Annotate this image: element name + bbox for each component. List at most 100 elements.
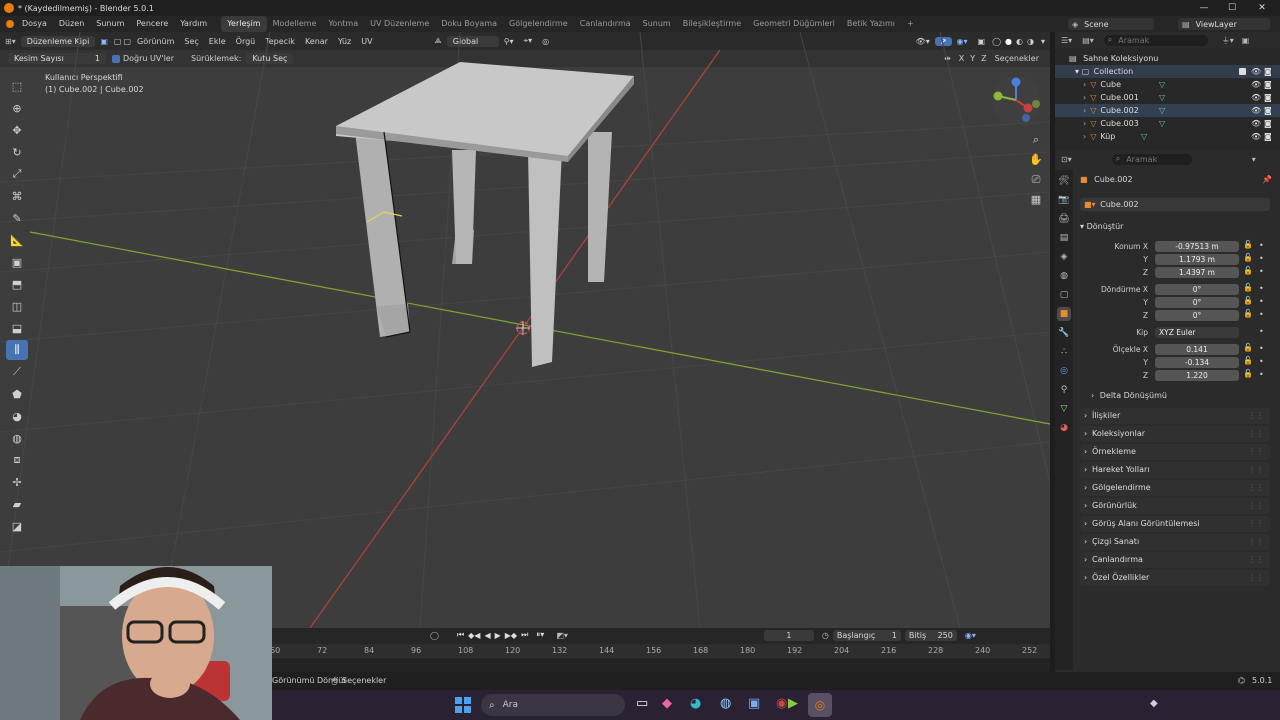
render-camera-icon[interactable]: ◙ — [1264, 117, 1272, 130]
windows-start-icon[interactable] — [455, 697, 471, 713]
drag-handle-icon[interactable]: ⋮⋮ — [1248, 552, 1264, 568]
camera-view-icon[interactable]: ⎚ — [1028, 170, 1044, 190]
visibility-eye-icon[interactable]: 👁 — [1251, 130, 1261, 143]
select-box-icon[interactable]: ⬚ — [6, 76, 28, 96]
store-icon[interactable]: ▣ — [748, 696, 760, 711]
timeline-track[interactable] — [272, 658, 1050, 672]
mesh-data-icon[interactable]: ▽ — [1159, 104, 1165, 117]
options-chevron-icon[interactable]: ▾ — [1252, 155, 1256, 164]
auto-key-icon[interactable]: ◩▾ — [556, 631, 568, 640]
menu-help[interactable]: Yardım — [174, 16, 213, 32]
end-frame-field[interactable]: Bitiş 250 — [904, 629, 957, 641]
workspace-tab-geometry-nodes[interactable]: Geometri Düğümleri — [747, 16, 841, 32]
output-tab-icon[interactable]: 🖨 — [1057, 212, 1071, 226]
render-camera-icon[interactable]: ◙ — [1264, 78, 1272, 91]
mesh-data-icon[interactable]: ▽ — [1159, 91, 1165, 104]
keyframe-dot-icon[interactable]: • — [1259, 310, 1264, 319]
collection-checkbox[interactable] — [1239, 68, 1246, 75]
steam-icon[interactable]: ◍ — [720, 696, 731, 711]
rotation-mode-dropdown[interactable]: XYZ Euler — [1155, 327, 1239, 338]
keyframe-dot-icon[interactable]: • — [1259, 241, 1264, 250]
pin-icon[interactable]: 📌 — [1262, 175, 1272, 184]
play-reverse-icon[interactable]: ◀ — [484, 631, 490, 640]
lock-icon[interactable]: 🔓 — [1243, 369, 1253, 378]
spin-tool-icon[interactable]: ◕ — [6, 406, 28, 426]
drag-handle-icon[interactable]: ⋮⋮ — [1248, 534, 1264, 550]
view-options-icon[interactable]: ◉▾ — [965, 631, 976, 640]
ortho-toggle-icon[interactable]: ▦ — [1028, 190, 1044, 210]
rotation-z-field[interactable]: 0° — [1155, 310, 1239, 321]
delta-transform-subpanel[interactable]: › Delta Dönüşümü — [1091, 391, 1167, 400]
modifier-tab-icon[interactable]: 🔧 — [1057, 326, 1071, 340]
workspace-tab-texture-paint[interactable]: Doku Boyama — [435, 16, 503, 32]
collection-eye-icon[interactable]: 👁 — [1251, 65, 1261, 78]
loop-cut-tool-icon[interactable]: ⫼ — [6, 340, 28, 360]
render-camera-icon[interactable]: ◙ — [1264, 130, 1272, 143]
properties-section[interactable]: › İlişkiler ⋮⋮ — [1080, 408, 1270, 424]
outliner-object-row[interactable]: › ▽ Cube.001 ▽ 👁 ◙ — [1055, 91, 1280, 104]
pan-hand-icon[interactable]: ✋ — [1028, 150, 1044, 170]
workspace-tab-sculpting[interactable]: Yontma — [322, 16, 364, 32]
lock-icon[interactable]: 🔓 — [1243, 356, 1253, 365]
start-frame-field[interactable]: Başlangıç 1 — [832, 629, 901, 641]
visibility-eye-icon[interactable]: 👁 — [1251, 117, 1261, 130]
lock-icon[interactable]: 🔓 — [1243, 309, 1253, 318]
cursor-tool-icon[interactable]: ⊕ — [6, 98, 28, 118]
menu-window[interactable]: Pencere — [130, 16, 174, 32]
current-frame-field[interactable]: 1 — [763, 629, 814, 641]
drag-handle-icon[interactable]: ⋮⋮ — [1248, 498, 1264, 514]
close-button[interactable]: ✕ — [1250, 0, 1274, 16]
navigation-gizmo[interactable] — [992, 76, 1040, 124]
properties-section[interactable]: › Özel Özellikler ⋮⋮ — [1080, 570, 1270, 586]
particles-tab-icon[interactable]: ∴ — [1057, 345, 1071, 359]
properties-section[interactable]: › Çizgi Sanatı ⋮⋮ — [1080, 534, 1270, 550]
properties-editor-icon[interactable]: ⊡▾ — [1061, 155, 1072, 164]
lock-icon[interactable]: 🔓 — [1243, 296, 1253, 305]
properties-section[interactable]: › Görünürlük ⋮⋮ — [1080, 498, 1270, 514]
collection-camera-icon[interactable]: ◙ — [1264, 65, 1272, 78]
copilot-icon[interactable]: ◆ — [662, 696, 672, 711]
knife-tool-icon[interactable]: ⟋ — [6, 362, 28, 382]
drag-handle-icon[interactable]: ⋮⋮ — [1248, 570, 1264, 586]
add-cube-tool-icon[interactable]: ▣ — [6, 252, 28, 272]
tool-tab-icon[interactable]: 🛠 — [1057, 174, 1071, 188]
outliner-editor-icon[interactable]: ☰▾ — [1061, 36, 1072, 45]
scene-tab-icon[interactable]: ◈ — [1057, 250, 1071, 264]
world-tab-icon[interactable]: ◍ — [1057, 269, 1071, 283]
rotation-y-field[interactable]: 0° — [1155, 297, 1239, 308]
drag-handle-icon[interactable]: ⋮⋮ — [1248, 444, 1264, 460]
keyframe-dot-icon[interactable]: • — [1259, 267, 1264, 276]
location-z-field[interactable]: 1.4397 m — [1155, 267, 1239, 278]
menu-edit[interactable]: Düzen — [53, 16, 90, 32]
location-y-field[interactable]: 1.1793 m — [1155, 254, 1239, 265]
view-layer-tab-icon[interactable]: ▤ — [1057, 231, 1071, 245]
keyframe-dot-icon[interactable]: • — [1259, 370, 1264, 379]
scale-tool-icon[interactable]: ⤢ — [6, 164, 28, 184]
keyframe-marker-icon[interactable]: ⏸▾ — [536, 630, 544, 640]
workspace-tab-shading[interactable]: Gölgelendirme — [503, 16, 574, 32]
outliner-search-field[interactable]: ⌕ Aramak — [1103, 34, 1208, 46]
drag-handle-icon[interactable]: ⋮⋮ — [1248, 516, 1264, 532]
workspace-tab-compositing[interactable]: Bileşikleştirme — [677, 16, 747, 32]
drag-handle-icon[interactable]: ⋮⋮ — [1248, 408, 1264, 424]
maximize-button[interactable]: ☐ — [1220, 0, 1244, 16]
obs-icon[interactable]: ▶ — [788, 696, 798, 711]
visibility-eye-icon[interactable]: 👁 — [1251, 104, 1261, 117]
properties-search-field[interactable]: ⌕ Aramak — [1111, 153, 1192, 165]
rotate-tool-icon[interactable]: ↻ — [6, 142, 28, 162]
transform-panel-header[interactable]: ▾ Dönüştür — [1080, 220, 1270, 234]
scene-collection-row[interactable]: ▤ Sahne Koleksiyonu — [1055, 52, 1280, 65]
smooth-tool-icon[interactable]: ◍ — [6, 428, 28, 448]
keyframe-dot-icon[interactable]: • — [1259, 327, 1264, 336]
prev-keyframe-icon[interactable]: ◆◀ — [468, 631, 480, 640]
keyframe-dot-icon[interactable]: • — [1259, 297, 1264, 306]
drag-handle-icon[interactable]: ⋮⋮ — [1248, 480, 1264, 496]
3d-viewport[interactable]: ⊞▾ Düzenleme Kipi ▣ ▢ ▢ Görünüm Seç Ekle… — [0, 32, 1050, 628]
data-tab-icon[interactable]: ▽ — [1057, 402, 1071, 416]
properties-section[interactable]: › Görüş Alanı Görüntülemesi ⋮⋮ — [1080, 516, 1270, 532]
lock-icon[interactable]: 🔓 — [1243, 343, 1253, 352]
play-icon[interactable]: ▶ — [495, 631, 501, 640]
shrink-fatten-tool-icon[interactable]: ✢ — [6, 472, 28, 492]
properties-section[interactable]: › Gölgelendirme ⋮⋮ — [1080, 480, 1270, 496]
outliner-object-row[interactable]: › ▽ Cube.002 ▽ 👁 ◙ — [1055, 104, 1280, 117]
